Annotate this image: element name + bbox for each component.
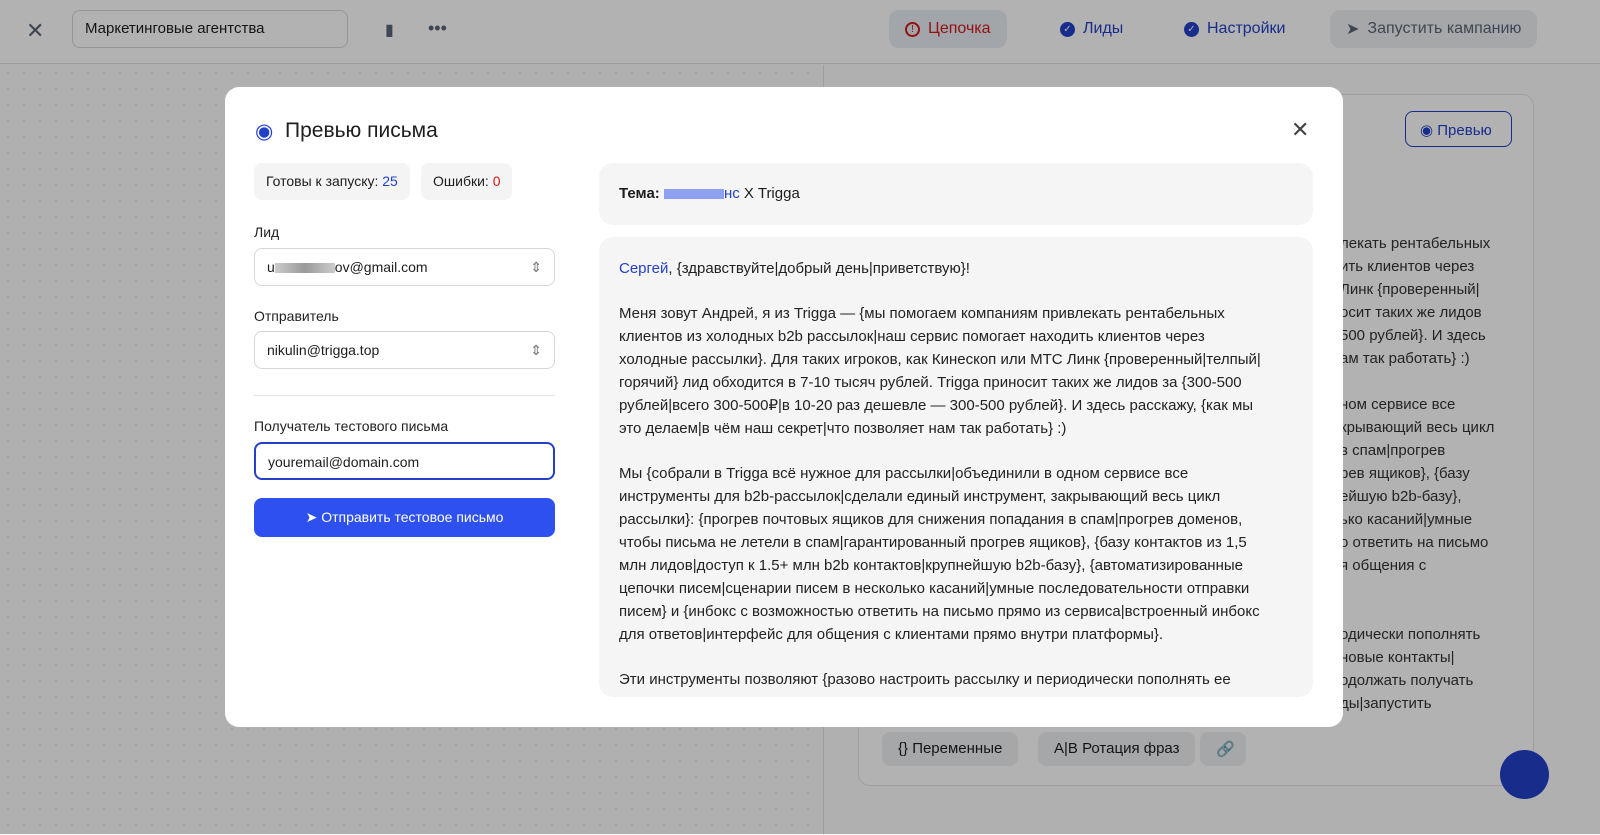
chevron-updown-icon: ⇕: [530, 342, 542, 358]
lead-select[interactable]: u ov@gmail.com ⇕: [254, 248, 555, 286]
divider: [254, 395, 555, 396]
errors-badge: Ошибки: 0: [421, 163, 513, 200]
paragraph: Эти инструменты позволяют {разово настро…: [619, 671, 1231, 688]
email-body: Сергей, {здравствуйте|добрый день|привет…: [599, 237, 1313, 697]
preview-modal: ◉ Превью письма ✕ Готовы к запуску: 25 О…: [225, 87, 1343, 727]
subject-box: Тема: нс X Trigga: [599, 163, 1313, 225]
greeting: Сергей, {здравствуйте|добрый день|привет…: [619, 260, 970, 277]
ready-badge: Готовы к запуску: 25: [254, 163, 410, 200]
lead-label: Лид: [254, 224, 280, 240]
sender-label: Отправитель: [254, 308, 339, 324]
eye-icon: ◉: [255, 120, 274, 143]
send-icon: ➤: [305, 509, 322, 525]
modal-title: Превью письма: [285, 119, 438, 142]
send-test-button[interactable]: ➤ Отправить тестовое письмо: [254, 498, 555, 537]
test-recipient-input[interactable]: youremail@domain.com: [254, 442, 555, 480]
paragraph: Меня зовут Андрей, я из Trigga — {мы пом…: [619, 305, 1261, 437]
paragraph: Мы {собрали в Trigga всё нужное для расс…: [619, 465, 1260, 643]
chevron-updown-icon: ⇕: [530, 259, 542, 275]
close-icon[interactable]: ✕: [1291, 117, 1309, 143]
sender-select[interactable]: nikulin@trigga.top ⇕: [254, 331, 555, 369]
test-recipient-label: Получатель тестового письма: [254, 418, 449, 434]
